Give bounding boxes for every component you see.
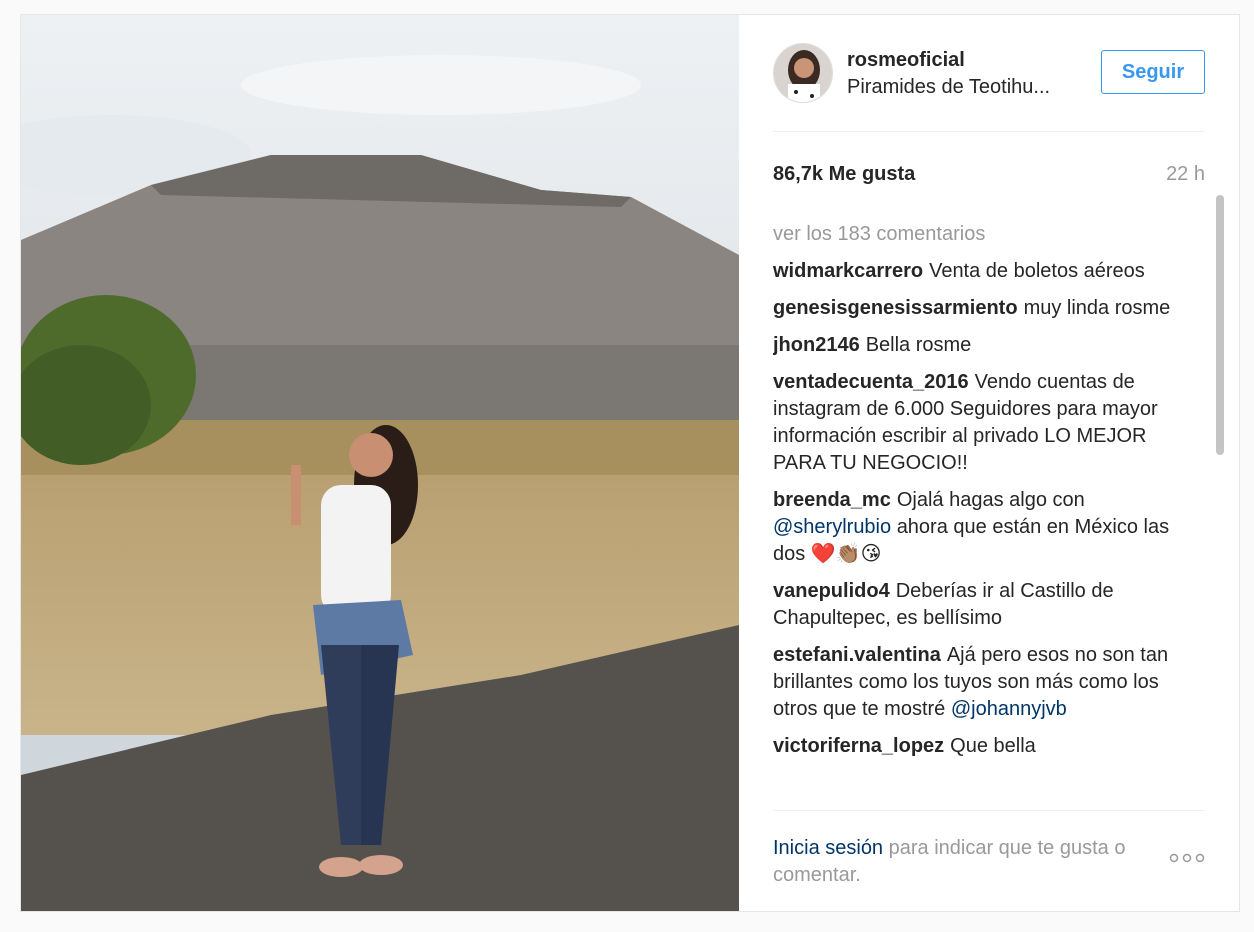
username-link[interactable]: rosmeoficial: [847, 49, 965, 72]
avatar-image: [774, 44, 832, 102]
comment-username[interactable]: estefani.valentina: [773, 644, 941, 666]
comment-username[interactable]: ventadecuenta_2016: [773, 371, 969, 393]
login-link[interactable]: Inicia sesión: [773, 837, 883, 859]
comment-item: jhon2146 Bella rosme: [773, 332, 1193, 359]
comment-mention-link[interactable]: @sherylrubio: [773, 516, 891, 538]
comment-item: breenda_mc Ojalá hagas algo con @sherylru…: [773, 487, 1193, 568]
comment-username[interactable]: jhon2146: [773, 334, 860, 356]
location-link[interactable]: Piramides de Teotihu...: [847, 76, 1050, 99]
post-footer: Inicia sesión para indicar que te gusta …: [773, 835, 1205, 895]
comment-username[interactable]: victoriferna_lopez: [773, 735, 944, 757]
comment-mention-link[interactable]: @johannyjvb: [951, 698, 1067, 720]
comment-username[interactable]: widmarkcarrero: [773, 260, 923, 282]
comment-item: widmarkcarrero Venta de boletos aéreos: [773, 258, 1193, 285]
comment-username[interactable]: breenda_mc: [773, 489, 891, 511]
view-all-comments-link[interactable]: ver los 183 comentarios: [773, 221, 1193, 248]
comment-username[interactable]: genesisgenesissarmiento: [773, 297, 1018, 319]
comment-text: Que bella: [950, 735, 1036, 757]
comment-text: Venta de boletos aéreos: [929, 260, 1145, 282]
login-prompt: Inicia sesión para indicar que te gusta …: [773, 835, 1153, 889]
scrollbar-thumb[interactable]: [1216, 195, 1224, 455]
pyramid-photo-image: [21, 15, 739, 911]
post-header: rosmeoficial Piramides de Teotihu... Seg…: [773, 43, 1205, 103]
comment-item: ventadecuenta_2016 Vendo cuentas de insta…: [773, 369, 1193, 477]
comment-text: Bella rosme: [865, 334, 972, 356]
comment-item: vanepulido4 Deberías ir al Castillo de Ch…: [773, 578, 1193, 632]
comment-text: Ojalá hagas algo con: [896, 489, 1085, 511]
post-sidebar: rosmeoficial Piramides de Teotihu... Seg…: [739, 15, 1239, 911]
post-photo[interactable]: [21, 15, 739, 911]
header-divider: [773, 131, 1205, 132]
likes-row: 86,7k Me gusta 22 h: [773, 163, 1205, 191]
likes-count[interactable]: 86,7k Me gusta: [773, 163, 915, 186]
comment-username[interactable]: vanepulido4: [773, 580, 890, 602]
avatar[interactable]: [773, 43, 833, 103]
comments-list[interactable]: ver los 183 comentarios widmarkcarrero Ve…: [773, 221, 1193, 811]
comments-scrollbar[interactable]: [1216, 195, 1224, 795]
post-time[interactable]: 22 h: [1166, 163, 1205, 186]
footer-divider: [773, 810, 1205, 811]
comment-text: muy linda rosme: [1023, 297, 1171, 319]
comment-item: genesisgenesissarmiento muy linda rosme: [773, 295, 1193, 322]
post-card: rosmeoficial Piramides de Teotihu... Seg…: [20, 14, 1240, 912]
more-options-icon[interactable]: [1169, 853, 1205, 863]
follow-button[interactable]: Seguir: [1101, 50, 1205, 94]
comment-item: victoriferna_lopez Que bella: [773, 733, 1193, 760]
comment-item: estefani.valentina Ajá pero esos no son t…: [773, 642, 1193, 723]
